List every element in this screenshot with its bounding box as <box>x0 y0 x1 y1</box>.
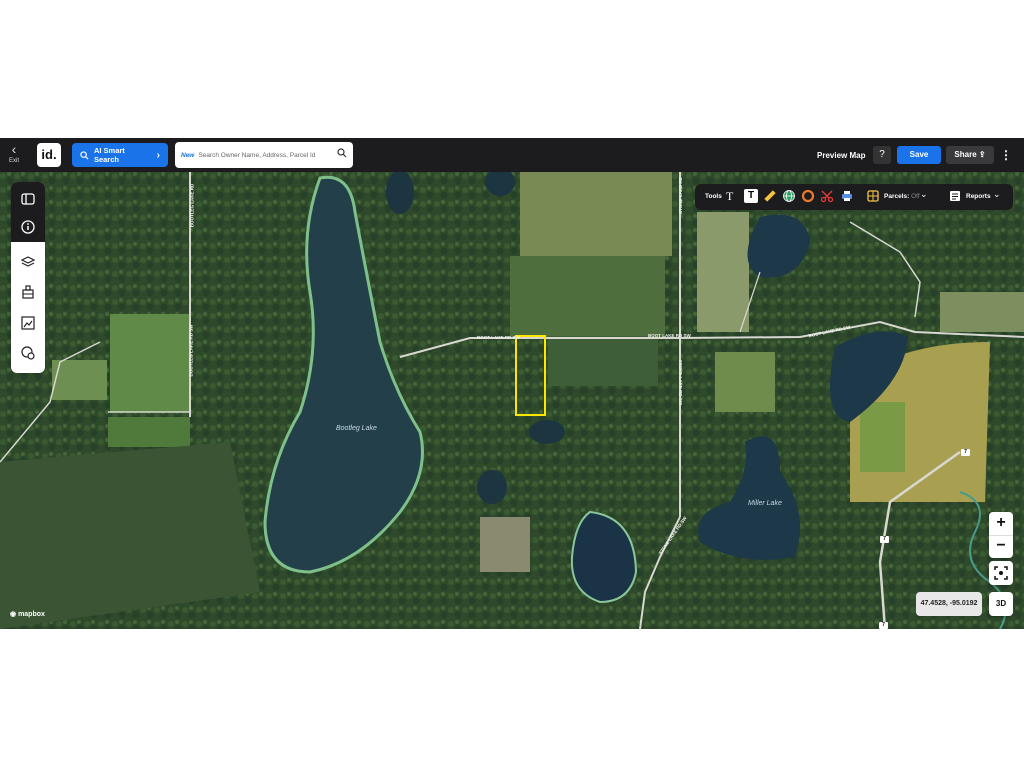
bootleg-lake-label: Bootleg Lake <box>336 425 377 432</box>
image-icon[interactable] <box>20 315 36 331</box>
chevron-right-icon: › <box>156 149 160 161</box>
highway-shield: 7 <box>879 622 888 629</box>
buildings-icon[interactable] <box>20 284 36 300</box>
focus-icon <box>994 566 1008 580</box>
zoom-in-button[interactable]: + <box>989 512 1013 535</box>
highway-shield: 7 <box>880 536 889 543</box>
parcels-icon[interactable] <box>866 189 880 203</box>
3d-toggle-button[interactable]: 3D <box>989 592 1013 616</box>
share-button[interactable]: Share ⇪ <box>946 146 994 164</box>
exit-button[interactable]: ‹ Exit <box>4 142 24 168</box>
text-box-icon[interactable]: T <box>744 189 758 203</box>
road-label: STONE LAKE RD <box>677 177 683 214</box>
chevron-down-icon[interactable]: ⌄ <box>993 189 1007 203</box>
info-icon[interactable] <box>20 219 36 235</box>
reports-label[interactable]: Reports <box>966 193 991 200</box>
road-label: BOOTLEG LAKE RD <box>189 183 195 228</box>
scissors-icon[interactable] <box>820 189 834 203</box>
mapbox-logo-icon: ◉ <box>10 611 17 618</box>
miller-lake-label: Miller Lake <box>748 500 782 507</box>
panel-toggle-icon[interactable] <box>20 191 36 207</box>
parcels-toggle[interactable]: Parcels: Off <box>884 193 920 200</box>
preview-map-button[interactable]: Preview Map <box>817 151 865 160</box>
share-icon: ⇪ <box>978 150 986 159</box>
recenter-button[interactable] <box>989 561 1013 585</box>
satellite-imagery <box>0 172 1024 629</box>
parcels-state: Off <box>911 193 920 200</box>
app-logo[interactable]: id. <box>37 143 61 167</box>
left-sidebar <box>11 182 45 373</box>
zoom-out-button[interactable]: − <box>989 535 1013 558</box>
coordinates-readout: 47.4528, -95.0192 <box>916 592 982 616</box>
globe-icon[interactable] <box>782 189 796 203</box>
new-tag: New <box>181 151 195 159</box>
map-canvas[interactable] <box>0 172 1024 629</box>
chevron-down-icon[interactable]: ⌄ <box>920 189 934 203</box>
ruler-icon[interactable] <box>763 189 777 203</box>
circle-icon[interactable] <box>801 189 815 203</box>
share-label: Share <box>954 150 977 159</box>
layers-icon[interactable] <box>20 254 36 270</box>
parcels-label: Parcels: <box>884 193 910 200</box>
road-label: BOOT LAKE RD SW <box>648 333 691 338</box>
highway-shield: 7 <box>961 449 970 456</box>
text-icon[interactable]: T <box>726 189 740 203</box>
mapbox-attribution: ◉ mapbox <box>10 610 45 618</box>
app-window: ‹ Exit id. AI Smart Search › New Search … <box>0 138 1024 629</box>
print-icon[interactable] <box>840 189 854 203</box>
road-label: BOOT LAKE RD SW <box>477 335 520 340</box>
reports-icon[interactable] <box>948 189 962 203</box>
search-icon <box>80 150 89 159</box>
top-bar: ‹ Exit id. AI Smart Search › New Search … <box>0 138 1024 172</box>
ai-smart-search-label: AI Smart Search <box>93 146 125 164</box>
search-icon[interactable] <box>337 148 347 158</box>
road-label: STONE LAKE RD SW <box>678 359 684 406</box>
road-label: BOOTLEG LAKE RD SW <box>188 324 194 377</box>
mapbox-attribution-label: mapbox <box>18 611 45 618</box>
more-menu-icon[interactable]: ⋮ <box>1000 147 1012 163</box>
search-input[interactable]: New Search Owner Name, Address, Parcel I… <box>175 142 353 168</box>
exit-label: Exit <box>8 158 19 164</box>
location-settings-icon[interactable] <box>20 345 36 361</box>
zoom-control: + − <box>989 512 1013 558</box>
help-button[interactable]: ? <box>873 146 891 164</box>
save-button[interactable]: Save <box>897 146 941 164</box>
search-placeholder: Search Owner Name, Address, Parcel Id <box>198 151 316 159</box>
ai-smart-search-button[interactable]: AI Smart Search › <box>72 143 168 167</box>
chevron-left-icon: ‹ <box>11 141 17 157</box>
tools-bar: Tools T T ⌄ Reports ⌄ <box>695 184 1013 210</box>
tools-label: Tools <box>705 193 722 200</box>
